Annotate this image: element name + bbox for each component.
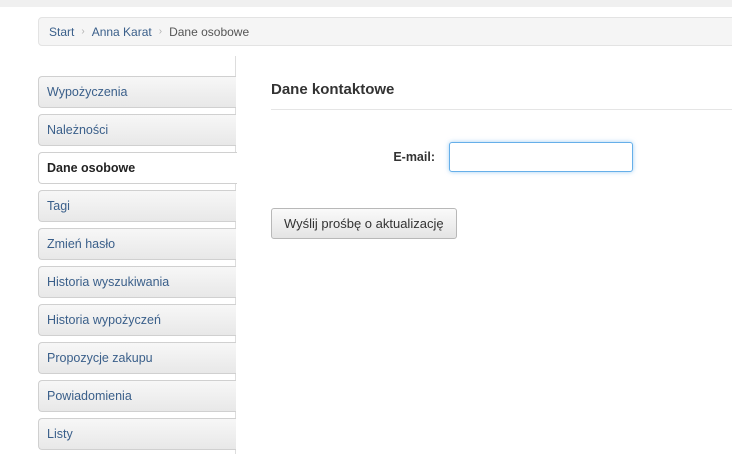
breadcrumb-separator-icon: ›	[81, 26, 85, 37]
sidebar-item-listy[interactable]: Listy	[38, 418, 236, 450]
sidebar-item-historia-wypozyczen[interactable]: Historia wypożyczeń	[38, 304, 236, 336]
sidebar: Wypożyczenia Należności Dane osobowe Tag…	[38, 76, 237, 456]
request-update-button[interactable]: Wyślij prośbę o aktualizację	[271, 208, 457, 239]
breadcrumb-user[interactable]: Anna Karat	[92, 25, 152, 39]
sidebar-item-historia-wyszukiwania[interactable]: Historia wyszukiwania	[38, 266, 236, 298]
top-strip	[0, 0, 732, 7]
sidebar-item-tagi[interactable]: Tagi	[38, 190, 236, 222]
sidebar-item-propozycje-zakupu[interactable]: Propozycje zakupu	[38, 342, 236, 374]
sidebar-item-wypozyczenia[interactable]: Wypożyczenia	[38, 76, 236, 108]
email-field[interactable]	[449, 142, 633, 172]
section-title: Dane kontaktowe	[271, 76, 732, 110]
sidebar-item-zmien-haslo[interactable]: Zmień hasło	[38, 228, 236, 260]
breadcrumb: Start › Anna Karat › Dane osobowe	[38, 17, 732, 46]
breadcrumb-start[interactable]: Start	[49, 25, 74, 39]
breadcrumb-separator-icon: ›	[158, 26, 163, 37]
sidebar-item-powiadomienia[interactable]: Powiadomienia	[38, 380, 236, 412]
email-label: E-mail:	[393, 150, 435, 164]
sidebar-item-naleznosci[interactable]: Należności	[38, 114, 236, 146]
sidebar-item-dane-osobowe[interactable]: Dane osobowe	[38, 152, 237, 184]
breadcrumb-current: Dane osobowe	[169, 24, 250, 39]
main-content: Dane kontaktowe E-mail: Wyślij prośbę o …	[271, 76, 732, 239]
email-row: E-mail:	[271, 142, 732, 172]
